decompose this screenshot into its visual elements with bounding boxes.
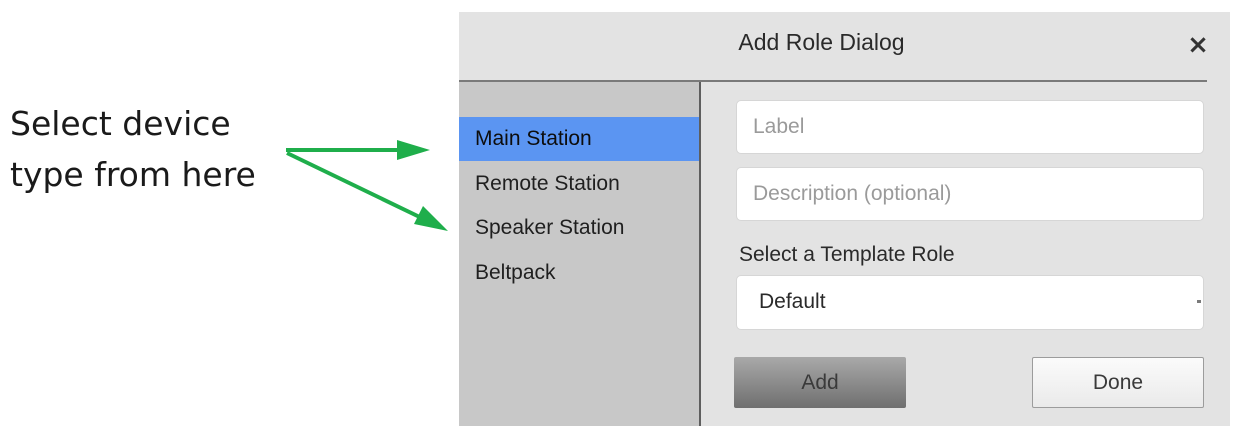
add-button[interactable]: Add bbox=[734, 357, 906, 408]
close-icon[interactable]: × bbox=[1181, 28, 1215, 62]
role-form: Select a Template Role Default Add Done bbox=[701, 82, 1230, 426]
template-role-value: Default bbox=[759, 290, 826, 313]
description-input[interactable] bbox=[736, 167, 1204, 221]
annotation-text: Select device type from here bbox=[10, 98, 256, 200]
template-role-label: Select a Template Role bbox=[739, 243, 955, 266]
sidebar-item-speaker-station[interactable]: Speaker Station bbox=[459, 206, 699, 250]
template-role-select[interactable]: Default bbox=[736, 275, 1204, 330]
sidebar-item-beltpack[interactable]: Beltpack bbox=[459, 251, 699, 295]
done-button[interactable]: Done bbox=[1032, 357, 1204, 408]
arrow-to-main-station bbox=[286, 140, 430, 160]
label-input[interactable] bbox=[736, 100, 1204, 154]
device-type-list: Main Station Remote Station Speaker Stat… bbox=[459, 82, 699, 426]
dropdown-caret-icon bbox=[1197, 300, 1201, 303]
arrow-to-speaker-station bbox=[286, 151, 448, 231]
dialog-title: Add Role Dialog bbox=[738, 29, 905, 55]
dialog-header: Add Role Dialog × bbox=[459, 12, 1230, 80]
annotation-line-1: Select device bbox=[10, 104, 231, 143]
annotation-line-2: type from here bbox=[10, 155, 256, 194]
add-role-dialog: Add Role Dialog × Main Station Remote St… bbox=[459, 12, 1230, 426]
sidebar-item-main-station[interactable]: Main Station bbox=[459, 117, 699, 161]
sidebar-item-remote-station[interactable]: Remote Station bbox=[459, 162, 699, 206]
page: Select device type from here Add Role Di… bbox=[0, 0, 1238, 426]
